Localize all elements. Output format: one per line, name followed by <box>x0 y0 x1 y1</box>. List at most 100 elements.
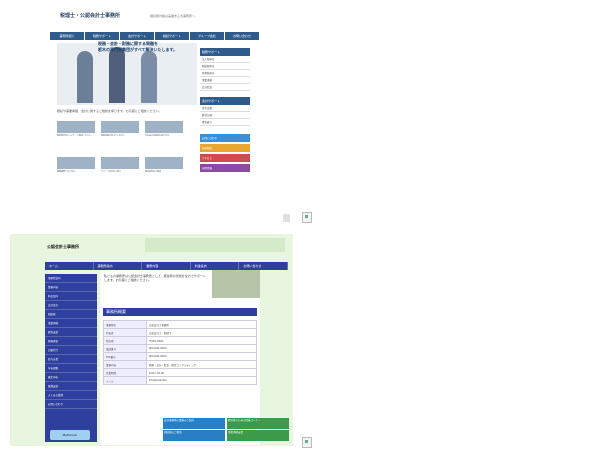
table-row: 事務所名 公認会計士事務所 <box>103 320 258 329</box>
nav-item[interactable]: ホーム <box>45 262 94 270</box>
feature-card[interactable]: グループ会社のご紹介 <box>101 157 139 181</box>
sidebar-item[interactable]: 業務内容 <box>45 283 97 292</box>
sidebar-item[interactable]: 融資支援 <box>45 382 97 391</box>
sidebar-item[interactable]: お問い合わせ <box>45 400 97 409</box>
sidebar-item[interactable]: 月次決算 <box>200 105 250 112</box>
sidebar-item[interactable]: 法人税申告 <box>200 56 250 63</box>
table-row: 電話番号 000-000-0000 <box>103 344 258 353</box>
sidebar-item[interactable]: 相続税申告 <box>200 63 250 70</box>
table-row: 所在地 〒000-0000 <box>103 336 258 345</box>
sidebar: 税務サポート 法人税申告 相続税申告 所得税申告 事業承継 会計監査 会計サポー… <box>200 48 250 222</box>
nav-item[interactable]: お問い合わせ <box>239 262 288 270</box>
table-value: 000-000-0000 <box>145 352 258 361</box>
table-key: 所在地 <box>103 336 147 345</box>
broken-image-icon <box>302 212 312 223</box>
sidebar-heading: 税務サポート <box>200 48 250 56</box>
table-key: メール <box>103 376 147 385</box>
table-row: 業務内容 税務・会計・監査・経営コンサルティング <box>103 360 258 369</box>
nav-item[interactable]: 会計サポート <box>120 32 155 40</box>
sidebar-item[interactable]: 経営支援 <box>45 328 97 337</box>
sidebar-item[interactable]: 会計監査 <box>200 84 250 91</box>
table-value: info@example <box>145 376 258 385</box>
person-figure <box>141 51 157 103</box>
feature-card[interactable]: 相続税申告について、ご相談ください。 <box>57 121 95 145</box>
header: 公認会計士事務所 <box>45 238 285 252</box>
sidebar: 事務所案内 業務内容 料金案内 会社設立 相続税 事業承継 経営支援 税務調査 記帳代行 給与計算… <box>45 274 97 442</box>
sidebar-item[interactable]: 経営計画 <box>200 112 250 119</box>
banner-button[interactable]: 相続税のご相談 <box>163 430 225 441</box>
feature-card[interactable]: 事業承継を考えている方へ <box>101 121 139 145</box>
mykomon-logo[interactable]: MyKomon <box>50 430 90 440</box>
feature-text: 税務調査へのご対応 <box>57 171 76 173</box>
feature-card[interactable]: 経営改善のご相談 <box>145 157 183 181</box>
header-banner <box>145 238 285 252</box>
sidebar-item[interactable]: 事務所案内 <box>45 274 97 283</box>
banner-button[interactable]: 事業承継支援 <box>227 430 289 441</box>
feature-text: グループ会社のご紹介 <box>101 171 121 173</box>
table-key: 電話番号 <box>103 344 147 353</box>
table-row: 代表者 公認会計士・税理士 <box>103 328 258 337</box>
sidebar-item[interactable]: 事業承継 <box>200 77 250 84</box>
feature-grid: 相続税申告について、ご相談ください。 事業承継を考えている方へ 会社設立の相談も… <box>57 121 187 222</box>
sidebar-item[interactable]: 料金案内 <box>45 292 97 301</box>
feature-card[interactable]: 会社設立の相談も承ります。 <box>145 121 183 145</box>
table-key: 事務所名 <box>103 320 147 329</box>
sidebar-item[interactable]: 税務調査 <box>45 337 97 346</box>
table-key: 営業時間 <box>103 368 147 377</box>
main-nav: ホーム 事務所案内 業務内容 料金案内 お問い合わせ <box>45 262 288 270</box>
feature-image <box>57 157 95 169</box>
table-value: 公認会計士事務所 <box>145 320 258 329</box>
sidebar-item[interactable]: 記帳代行 <box>45 346 97 355</box>
table-key: FAX番号 <box>103 352 147 361</box>
feature-image <box>101 157 139 169</box>
sidebar-button[interactable]: アクセス <box>200 154 250 162</box>
table-value: 〒000-0000 <box>145 336 258 345</box>
nav-item[interactable]: 事務所紹介 <box>50 32 85 40</box>
table-key: 代表者 <box>103 328 147 337</box>
sidebar-item[interactable]: 給与計算 <box>45 355 97 364</box>
sidebar-item[interactable]: 所得税申告 <box>200 70 250 77</box>
site-title: 税理士・公認会計士事務所 <box>60 13 121 19</box>
banner-button[interactable]: 会計事務所の業務のご案内 <box>163 418 225 429</box>
broken-image-icon <box>302 437 312 448</box>
person-figure <box>77 51 93 103</box>
sidebar-item[interactable]: 会社設立 <box>45 301 97 310</box>
site-title: 公認会計士事務所 <box>47 244 79 249</box>
feature-card[interactable]: 税務調査へのご対応 <box>57 157 95 181</box>
nav-item[interactable]: 相続サポート <box>155 32 190 40</box>
sidebar-item[interactable]: 年末調整 <box>45 364 97 373</box>
feature-image <box>101 121 139 133</box>
sidebar-item[interactable]: 確定申告 <box>45 373 97 382</box>
sidebar-item[interactable]: よくある質問 <box>45 391 97 400</box>
nav-item[interactable]: グループ会社 <box>190 32 225 40</box>
main-nav: 事務所紹介 税務サポート 会計サポート 相続サポート グループ会社 お問い合わせ <box>50 32 260 40</box>
section-heading: 事務所概要 <box>103 308 257 316</box>
sidebar-item[interactable]: 相続税 <box>45 310 97 319</box>
nav-item[interactable]: お問い合わせ <box>225 32 260 40</box>
recaptcha-icon[interactable] <box>283 214 290 222</box>
table-row: メール info@example <box>103 376 258 385</box>
intro-text: 私どもの事務所は公認会計士事務所として、経営者の皆様を全力でサポートします。お気… <box>104 274 206 282</box>
nav-item[interactable]: 業務内容 <box>142 262 191 270</box>
sidebar-item[interactable]: 事業承継 <box>45 319 97 328</box>
office-info-table: 事務所名 公認会計士事務所 代表者 公認会計士・税理士 所在地 〒000-0000 電話番号… <box>103 320 258 385</box>
banner-button[interactable]: 経営者のための情報コーナー <box>227 418 289 429</box>
sidebar-button[interactable]: 採用情報 <box>200 164 250 172</box>
sidebar-button[interactable]: 無料相談 <box>200 144 250 152</box>
site-thumbnail-2[interactable]: 公認会計士事務所 ホーム 事務所案内 業務内容 料金案内 お問い合わせ 事務所案… <box>10 234 293 446</box>
feature-text: 会社設立の相談も承ります。 <box>145 135 171 137</box>
table-value: 9:00〜18:00 <box>145 368 258 377</box>
nav-item[interactable]: 税務サポート <box>85 32 120 40</box>
nav-item[interactable]: 事務所案内 <box>94 262 143 270</box>
sidebar-heading: 会計サポート <box>200 97 250 105</box>
sidebar-item[interactable]: 資金繰り <box>200 119 250 126</box>
feature-image <box>145 121 183 133</box>
feature-text: 相続税申告について、ご相談ください。 <box>57 135 93 137</box>
nav-item[interactable]: 料金案内 <box>191 262 240 270</box>
sidebar-button[interactable]: お問い合わせ <box>200 134 250 142</box>
header: 税理士・公認会計士事務所 相続税対策は実績ある当事務所へ <box>10 8 290 26</box>
table-value: 公認会計士・税理士 <box>145 328 258 337</box>
feature-image <box>145 157 183 169</box>
feature-text: 経営改善のご相談 <box>145 171 162 173</box>
site-thumbnail-1[interactable]: 税理士・公認会計士事務所 相続税対策は実績ある当事務所へ 事務所紹介 税務サポー… <box>10 8 290 222</box>
